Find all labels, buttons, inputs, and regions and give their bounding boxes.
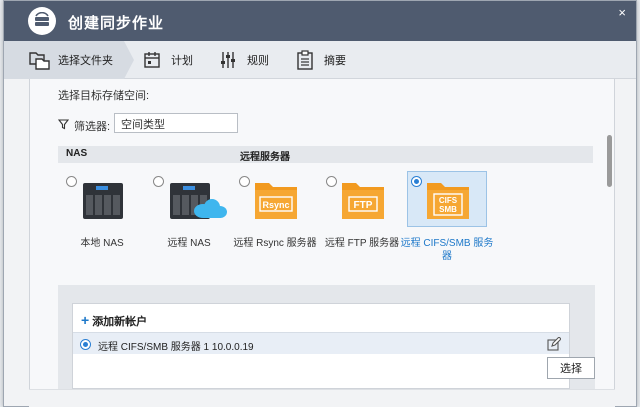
- ftp-folder-icon: FTP: [340, 177, 386, 221]
- active-step-arrow: [124, 41, 134, 79]
- content-panel: 选择目标存储空间: 筛选器: 空间类型 NAS 远程服务器: [29, 79, 615, 389]
- destination-remote-rsync[interactable]: Rsync 远程 Rsync 服务器: [235, 171, 315, 263]
- svg-text:CIFS: CIFS: [439, 196, 458, 205]
- category-remote-server: 远程服务器: [240, 148, 290, 163]
- step-schedule[interactable]: 计划: [141, 41, 193, 79]
- add-account-label: 添加新帐户: [92, 316, 147, 328]
- step-label: 摘要: [324, 52, 346, 68]
- svg-text:SMB: SMB: [439, 205, 457, 214]
- filter-select[interactable]: 空间类型: [114, 113, 238, 133]
- destination-radio[interactable]: [239, 176, 250, 187]
- wizard-steps: 选择文件夹 计划: [4, 41, 636, 79]
- destination-name: 远程 NAS: [139, 237, 239, 250]
- destination-remote-ftp[interactable]: FTP 远程 FTP 服务器: [322, 171, 402, 263]
- svg-text:Rsync: Rsync: [262, 200, 289, 210]
- account-panel: +添加新帐户 远程 CIFS/SMB 服务器 1 10.0.0.19: [58, 285, 595, 389]
- step-label: 计划: [171, 52, 193, 68]
- filter-label: 筛选器:: [74, 118, 110, 134]
- account-row[interactable]: 远程 CIFS/SMB 服务器 1 10.0.0.19: [73, 332, 569, 354]
- remote-nas-icon: [167, 177, 213, 221]
- step-summary[interactable]: 摘要: [294, 41, 346, 79]
- close-icon[interactable]: ×: [618, 5, 626, 20]
- step-label: 规则: [247, 52, 269, 68]
- step-select-folders[interactable]: 选择文件夹: [28, 41, 113, 79]
- vertical-scrollbar[interactable]: [607, 135, 612, 187]
- category-header: NAS 远程服务器: [58, 146, 593, 163]
- destination-radio[interactable]: [326, 176, 337, 187]
- destination-remote-nas[interactable]: 远程 NAS: [149, 171, 229, 263]
- account-radio[interactable]: [80, 339, 91, 350]
- step-rules[interactable]: 规则: [217, 41, 269, 79]
- select-button[interactable]: 选择: [547, 357, 595, 379]
- rsync-folder-icon: Rsync: [253, 177, 299, 221]
- step-label: 选择文件夹: [58, 52, 113, 68]
- category-nas: NAS: [66, 148, 87, 159]
- destination-radio[interactable]: [66, 176, 77, 187]
- svg-text:FTP: FTP: [354, 200, 373, 211]
- sliders-icon: [217, 49, 239, 71]
- dialog-title: 创建同步作业: [68, 12, 164, 33]
- edit-icon[interactable]: [547, 337, 561, 354]
- filter-icon: [58, 119, 69, 133]
- folders-icon: [28, 49, 50, 71]
- plus-icon: +: [81, 312, 89, 328]
- destination-radio[interactable]: [411, 176, 422, 187]
- clipboard-icon: [294, 49, 316, 71]
- calendar-icon: [141, 49, 163, 71]
- destination-name: 本地 NAS: [52, 237, 152, 250]
- add-new-account-button[interactable]: +添加新帐户: [81, 312, 147, 329]
- section-title: 选择目标存储空间:: [58, 87, 149, 103]
- create-sync-job-dialog: 创建同步作业 × 选择文件夹: [3, 0, 637, 407]
- destination-name: 远程 CIFS/SMB 服务器: [397, 237, 497, 263]
- cifs-smb-folder-icon: CIFS SMB: [425, 177, 471, 221]
- dialog-footer: [29, 389, 615, 407]
- destination-local-nas[interactable]: 本地 NAS: [62, 171, 142, 263]
- destination-remote-cifs-smb[interactable]: CIFS SMB 远程 CIFS/SMB 服务器: [407, 171, 487, 263]
- local-nas-icon: [80, 177, 126, 221]
- destination-radio[interactable]: [153, 176, 164, 187]
- account-list: +添加新帐户 远程 CIFS/SMB 服务器 1 10.0.0.19: [72, 303, 570, 389]
- destination-name: 远程 Rsync 服务器: [225, 237, 325, 250]
- title-bar: 创建同步作业 ×: [4, 1, 636, 41]
- sync-app-logo-icon: [28, 7, 56, 35]
- account-name: 远程 CIFS/SMB 服务器 1 10.0.0.19: [98, 338, 254, 353]
